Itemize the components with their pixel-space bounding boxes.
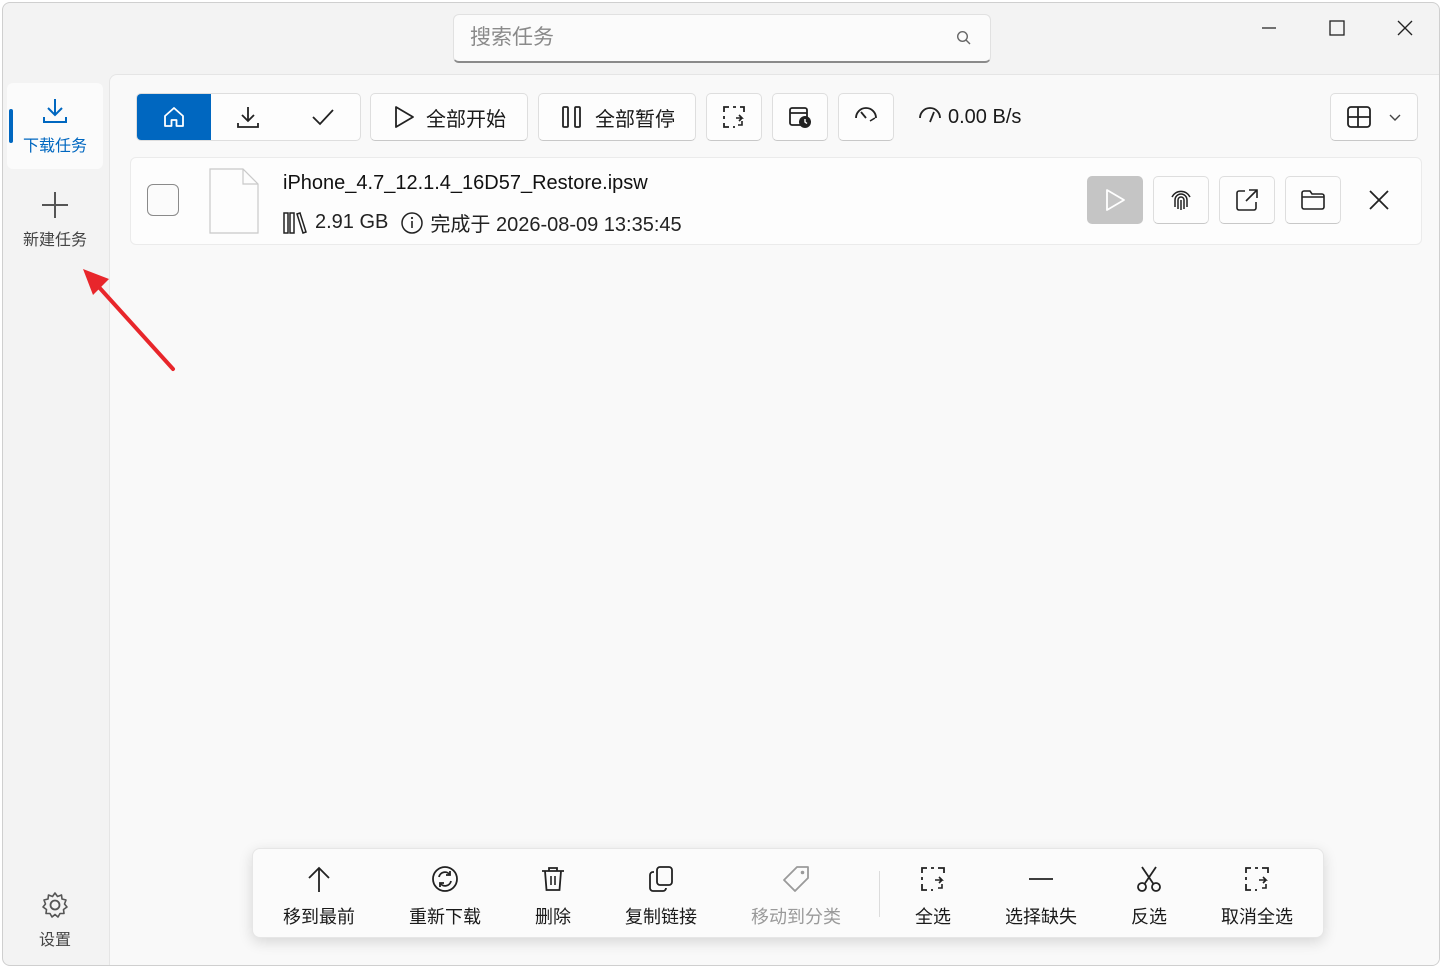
speed-limit-button[interactable]: [838, 93, 894, 141]
task-status: 完成于 2026-08-09 13:35:45: [430, 214, 682, 236]
gear-icon: [42, 892, 68, 918]
task-open-button[interactable]: [1219, 176, 1275, 224]
select-all-toolbar-button[interactable]: [706, 93, 762, 141]
copy-icon: [649, 866, 673, 892]
layout-grid-icon: [1347, 106, 1371, 128]
search-icon[interactable]: [954, 28, 974, 48]
calendar-clock-icon: [789, 107, 811, 128]
command-label: 反选: [1131, 907, 1167, 927]
select-all-button[interactable]: 全选: [915, 865, 951, 929]
task-size: 2.91 GB: [315, 211, 389, 233]
sidebar-item-downloads[interactable]: 下载任务: [7, 83, 103, 169]
filter-segment: [136, 93, 361, 141]
pause-all-label: 全部暂停: [595, 108, 675, 131]
command-label: 取消全选: [1221, 907, 1293, 927]
command-label: 重新下载: [409, 907, 481, 927]
active-indicator: [9, 109, 13, 143]
download-icon: [43, 99, 67, 123]
task-open-folder-button[interactable]: [1285, 176, 1341, 224]
move-to-category-button[interactable]: 移动到分类: [751, 865, 841, 929]
select-all-icon: [723, 106, 745, 128]
play-icon: [1106, 189, 1125, 211]
task-start-button[interactable]: [1087, 176, 1143, 224]
pause-icon: [562, 106, 581, 128]
scissors-icon: [1137, 866, 1161, 892]
open-external-icon: [1236, 189, 1258, 211]
plus-icon: [42, 192, 68, 218]
task-meta: 2.91 GB 完成于 2026-08-09 13:35:45: [283, 208, 682, 237]
search-input[interactable]: [470, 26, 954, 50]
select-missing-button[interactable]: 选择缺失: [1005, 865, 1077, 929]
sidebar-item-new-task[interactable]: 新建任务: [7, 177, 103, 263]
speedometer-icon: [919, 107, 941, 123]
move-to-front-button[interactable]: 移到最前: [283, 865, 355, 929]
chevron-down-icon: [1389, 114, 1401, 121]
speed-indicator: 0.00 B/s: [918, 93, 1021, 141]
close-window-button[interactable]: [1371, 3, 1439, 53]
pause-all-button[interactable]: 全部暂停: [538, 93, 696, 141]
task-delete-button[interactable]: [1351, 176, 1407, 224]
start-all-label: 全部开始: [426, 108, 506, 131]
file-icon: [209, 168, 259, 234]
minimize-icon: [1262, 27, 1276, 29]
main-panel: 全部开始 全部暂停 0.00 B/s iPhone_4.7_12.1.4_16D…: [109, 74, 1439, 965]
command-label: 删除: [535, 907, 571, 927]
task-checkbox[interactable]: [147, 184, 179, 216]
tag-icon: [783, 866, 809, 892]
command-bar: 移到最前 重新下载 删除 复制链接 移动到分类 全选 选择缺失 反选 取消全选: [252, 848, 1324, 938]
invert-selection-button[interactable]: 反选: [1131, 865, 1167, 929]
command-separator: [879, 871, 880, 917]
play-icon: [395, 106, 414, 128]
maximize-button[interactable]: [1303, 3, 1371, 53]
task-verify-button[interactable]: [1153, 176, 1209, 224]
check-icon: [312, 109, 334, 126]
sidebar: 下载任务 新建任务 设置: [3, 73, 109, 965]
speed-value: 0.00 B/s: [948, 105, 1022, 128]
copy-link-button[interactable]: 复制链接: [625, 865, 697, 929]
folder-icon: [1301, 190, 1325, 210]
settings-label: 设置: [38, 932, 71, 949]
schedule-button[interactable]: [772, 93, 828, 141]
close-icon: [1397, 20, 1413, 36]
maximize-icon: [1329, 20, 1345, 36]
layout-menu-button[interactable]: [1330, 93, 1418, 141]
command-label: 全选: [915, 907, 951, 927]
task-filename: iPhone_4.7_12.1.4_16D57_Restore.ipsw: [283, 172, 648, 194]
filter-downloading-button[interactable]: [211, 94, 285, 140]
speedometer-icon: [855, 107, 877, 122]
command-label: 移动到分类: [751, 907, 841, 927]
home-icon: [164, 107, 185, 127]
select-all-icon: [921, 867, 945, 891]
sidebar-item-label: 下载任务: [22, 138, 87, 155]
library-icon: [283, 211, 307, 234]
sidebar-item-label: 新建任务: [22, 232, 87, 249]
deselect-icon: [1245, 867, 1269, 891]
search-box[interactable]: [453, 14, 991, 63]
start-all-button[interactable]: 全部开始: [370, 93, 528, 141]
delete-button[interactable]: 删除: [535, 865, 571, 929]
deselect-all-button[interactable]: 取消全选: [1221, 865, 1293, 929]
filter-all-button[interactable]: [137, 94, 212, 140]
app-window: 下载任务 新建任务 设置 全部开始: [2, 2, 1440, 966]
trash-icon: [542, 867, 564, 891]
info-icon: [401, 211, 424, 234]
fingerprint-icon: [1171, 190, 1191, 210]
close-icon: [1369, 190, 1389, 210]
command-label: 复制链接: [625, 907, 697, 927]
command-label: 选择缺失: [1005, 907, 1077, 927]
minus-icon: [1029, 878, 1053, 880]
refresh-icon: [432, 866, 458, 892]
redownload-button[interactable]: 重新下载: [409, 865, 481, 929]
download-icon: [237, 107, 260, 128]
task-row[interactable]: iPhone_4.7_12.1.4_16D57_Restore.ipsw 2.9…: [130, 157, 1422, 245]
sidebar-item-settings[interactable]: 设置: [7, 877, 103, 963]
minimize-button[interactable]: [1235, 3, 1303, 53]
arrow-up-icon: [308, 866, 330, 892]
command-label: 移到最前: [283, 907, 355, 927]
filter-completed-button[interactable]: [286, 94, 360, 140]
